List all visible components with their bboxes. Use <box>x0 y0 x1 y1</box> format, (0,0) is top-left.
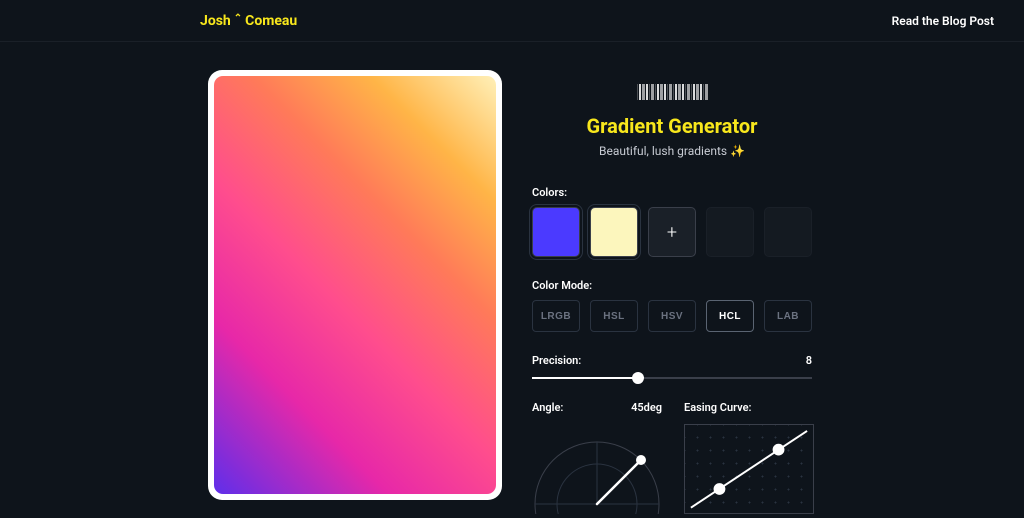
color-swatch-1[interactable] <box>532 207 580 257</box>
mode-hsl-button[interactable]: HSL <box>590 300 638 332</box>
logo-glyph-icon: ⌃ <box>234 13 242 24</box>
color-swatch-2[interactable] <box>590 207 638 257</box>
app-subtitle: Beautiful, lush gradients ✨ <box>532 144 812 158</box>
bottom-row: Angle: 45deg Easing Curve: <box>532 401 812 518</box>
precision-slider-fill <box>532 377 638 379</box>
precision-label-row: Precision: 8 <box>532 354 812 367</box>
blog-post-link[interactable]: Read the Blog Post <box>892 14 994 28</box>
angle-section: Angle: 45deg <box>532 401 662 518</box>
easing-label: Easing Curve: <box>684 401 752 414</box>
color-swatches: + <box>532 207 812 257</box>
plus-icon: + <box>667 222 677 243</box>
angle-label: Angle: <box>532 401 563 414</box>
color-swatch-empty-2[interactable] <box>764 207 812 257</box>
easing-label-row: Easing Curve: <box>684 401 814 414</box>
color-mode-row: LRGB HSL HSV HCL LAB <box>532 300 812 332</box>
barcode-icon <box>532 84 812 100</box>
main: Gradient Generator Beautiful, lush gradi… <box>0 42 1024 518</box>
precision-value: 8 <box>806 354 812 367</box>
precision-slider[interactable] <box>532 377 812 379</box>
colors-label: Colors: <box>532 186 812 199</box>
gradient-preview-card <box>208 70 502 500</box>
add-color-button[interactable]: + <box>648 207 696 257</box>
controls-panel: Gradient Generator Beautiful, lush gradi… <box>532 70 842 518</box>
title-block: Gradient Generator Beautiful, lush gradi… <box>532 84 812 158</box>
mode-lab-button[interactable]: LAB <box>764 300 812 332</box>
angle-value: 45deg <box>631 401 662 414</box>
logo-first: Josh <box>200 13 231 29</box>
gradient-preview <box>214 76 496 494</box>
easing-curve-editor[interactable] <box>684 424 814 514</box>
site-logo[interactable]: Josh ⌃ Comeau <box>200 13 297 29</box>
color-mode-label: Color Mode: <box>532 279 812 292</box>
logo-last: Comeau <box>245 13 297 29</box>
angle-picker[interactable] <box>532 424 662 514</box>
precision-slider-thumb[interactable] <box>632 372 644 384</box>
header: Josh ⌃ Comeau Read the Blog Post <box>0 0 1024 42</box>
easing-curve-line <box>685 425 813 514</box>
mode-lrgb-button[interactable]: LRGB <box>532 300 580 332</box>
precision-label: Precision: <box>532 354 581 367</box>
mode-hsv-button[interactable]: HSV <box>648 300 696 332</box>
precision-section: Precision: 8 <box>532 354 812 379</box>
app-title: Gradient Generator <box>532 114 812 138</box>
angle-label-row: Angle: 45deg <box>532 401 662 414</box>
easing-section: Easing Curve: <box>684 401 814 518</box>
color-swatch-empty-1[interactable] <box>706 207 754 257</box>
mode-hcl-button[interactable]: HCL <box>706 300 754 332</box>
